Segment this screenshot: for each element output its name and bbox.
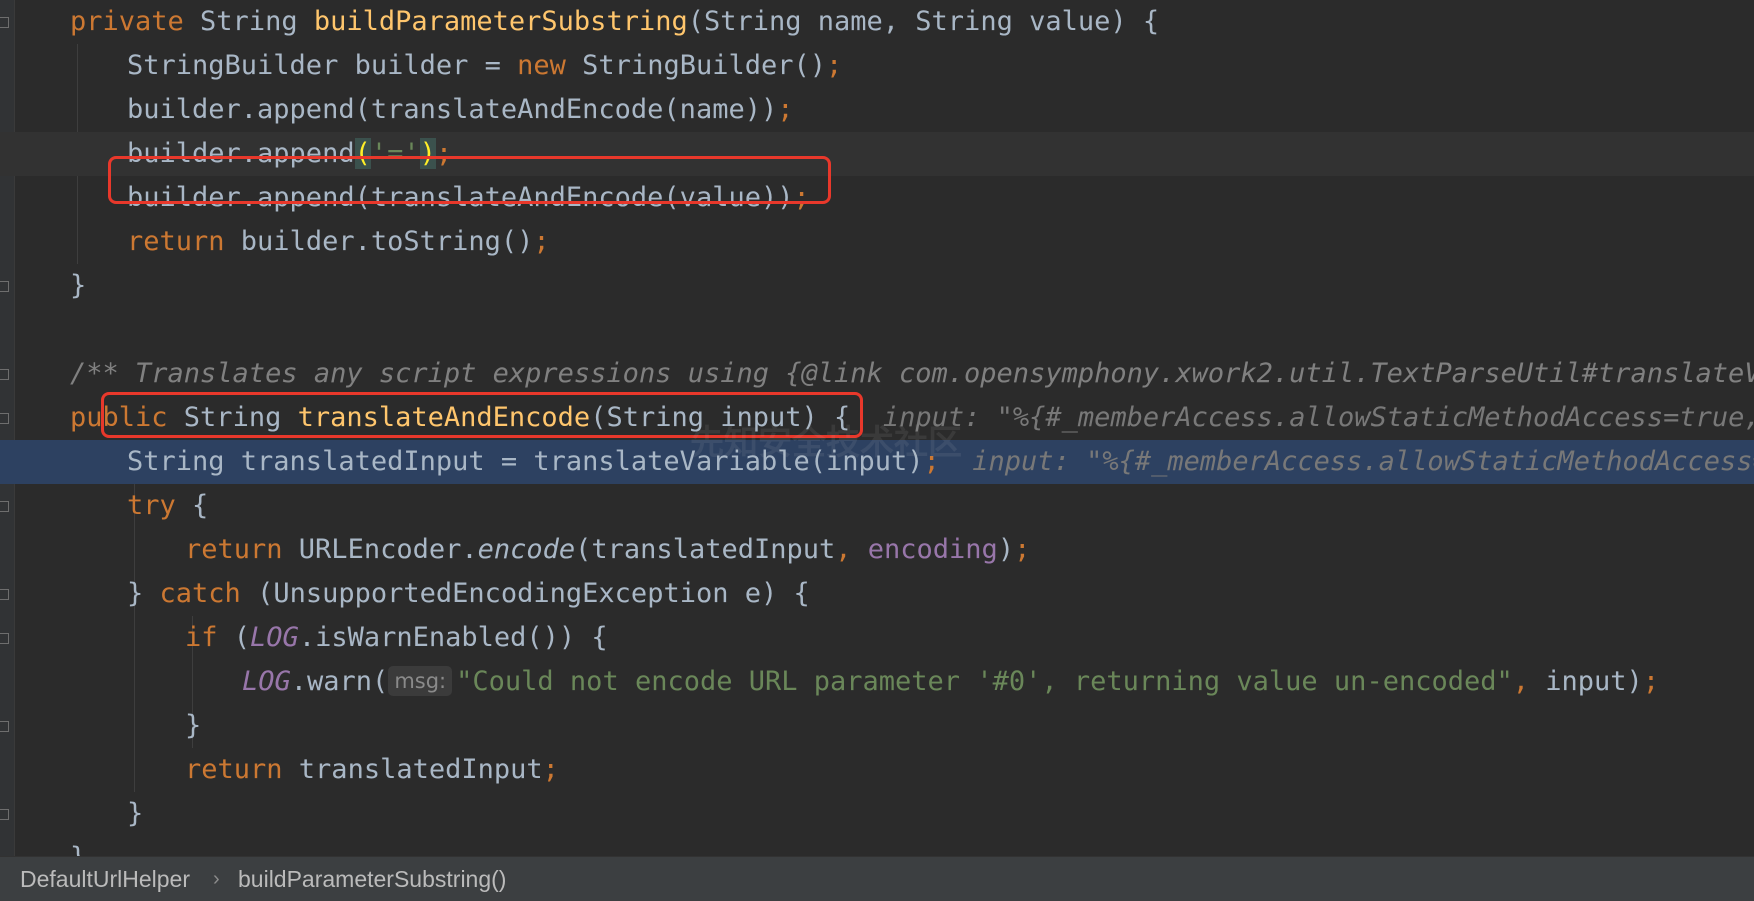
code-token: return — [185, 534, 299, 565]
code-token: .warn( — [290, 666, 389, 697]
code-line[interactable]: } — [0, 836, 1754, 856]
breadcrumb-class[interactable]: DefaultUrlHelper — [20, 857, 190, 901]
code-line[interactable]: StringBuilder builder = new StringBuilde… — [0, 44, 1754, 88]
code-token: .isWarnEnabled()) { — [298, 622, 608, 653]
code-token: (UnsupportedEncodingException e) { — [257, 578, 810, 609]
code-text: StringBuilder builder = new StringBuilde… — [127, 44, 842, 88]
doc-comment: /** Translates any script expressions us… — [70, 358, 1754, 389]
code-text: } — [127, 792, 143, 836]
code-token: , — [835, 534, 868, 565]
code-line[interactable]: builder.append(translateAndEncode(name))… — [0, 88, 1754, 132]
code-token: } — [70, 270, 87, 301]
code-token: translatedInput — [298, 754, 543, 785]
code-token: ( — [233, 622, 251, 653]
code-token: } — [185, 710, 202, 741]
code-line[interactable]: } catch (UnsupportedEncodingException e)… — [0, 572, 1754, 616]
code-token: ) — [997, 534, 1015, 565]
code-line[interactable]: LOG.warn(msg: "Could not encode URL param… — [0, 660, 1754, 704]
highlight-box-append-value — [108, 156, 831, 204]
code-text: } — [70, 264, 86, 308]
code-line[interactable]: } — [0, 792, 1754, 836]
code-token: , — [1512, 666, 1546, 697]
inline-debug-value: input: "%{#_memberAccess.allowStaticMeth… — [972, 446, 1754, 477]
code-token: return — [127, 226, 241, 257]
code-token: } — [70, 842, 86, 856]
breadcrumb-method[interactable]: buildParameterSubstring() — [238, 857, 506, 901]
code-token: ; — [533, 226, 550, 257]
code-text: builder.append(translateAndEncode(name))… — [127, 88, 793, 132]
code-token: if — [185, 622, 234, 653]
code-token: (translatedInput — [575, 534, 836, 565]
code-text: } — [70, 836, 86, 856]
code-token: encoding — [867, 534, 998, 565]
code-text: private String buildParameterSubstring(S… — [70, 0, 1159, 44]
chevron-right-icon: › — [213, 868, 220, 890]
code-token: builder.append(translateAndEncode(name)) — [127, 94, 778, 125]
watermark: 先知安全技术社区 — [690, 423, 962, 463]
code-text: LOG.warn(msg: "Could not encode URL param… — [242, 660, 1659, 704]
code-text: try { — [127, 484, 208, 528]
code-line[interactable]: return translatedInput; — [0, 748, 1754, 792]
code-line[interactable]: try { — [0, 484, 1754, 528]
code-token: encode — [477, 534, 576, 565]
code-text: /** Translates any script expressions us… — [70, 352, 1754, 396]
code-token: catch — [159, 578, 258, 609]
code-token: } — [127, 798, 144, 829]
code-token: } — [127, 578, 160, 609]
code-token: String — [200, 6, 314, 37]
code-token: try — [127, 490, 193, 521]
code-line[interactable]: if (LOG.isWarnEnabled()) { — [0, 616, 1754, 660]
code-token: { — [192, 490, 209, 521]
code-token: new — [517, 50, 583, 81]
code-token: builder.toString() — [240, 226, 534, 257]
code-token: ; — [1642, 666, 1660, 697]
code-line[interactable]: } — [0, 264, 1754, 308]
code-line[interactable] — [0, 308, 1754, 352]
code-text: } catch (UnsupportedEncodingException e)… — [127, 572, 810, 616]
code-line[interactable]: return URLEncoder.encode(translatedInput… — [0, 528, 1754, 572]
parameter-hint: msg: — [388, 666, 453, 696]
code-token: (String name, String value) { — [687, 6, 1160, 37]
code-token: StringBuilder() — [582, 50, 827, 81]
breadcrumb: DefaultUrlHelper › buildParameterSubstri… — [0, 856, 1754, 901]
code-token: ; — [542, 754, 559, 785]
code-editor[interactable]: private String buildParameterSubstring(S… — [0, 0, 1754, 856]
code-token: ; — [1014, 534, 1031, 565]
code-text: return URLEncoder.encode(translatedInput… — [185, 528, 1030, 572]
code-token: LOG — [242, 666, 291, 697]
code-token: return — [185, 754, 299, 785]
code-token: LOG — [250, 622, 299, 653]
code-text: return translatedInput; — [185, 748, 559, 792]
code-line[interactable]: } — [0, 704, 1754, 748]
code-token: input) — [1545, 666, 1643, 697]
code-line[interactable]: return builder.toString(); — [0, 220, 1754, 264]
code-token: private — [70, 6, 201, 37]
code-token: URLEncoder. — [298, 534, 478, 565]
code-text: } — [185, 704, 201, 748]
code-line[interactable]: /** Translates any script expressions us… — [0, 352, 1754, 396]
code-token: StringBuilder builder = — [127, 50, 518, 81]
code-token: ; — [777, 94, 794, 125]
code-text: return builder.toString(); — [127, 220, 550, 264]
code-token: ; — [826, 50, 843, 81]
code-text: if (LOG.isWarnEnabled()) { — [185, 616, 608, 660]
code-line[interactable]: private String buildParameterSubstring(S… — [0, 0, 1754, 44]
code-token: "Could not encode URL parameter '#0', re… — [456, 666, 1513, 697]
code-token: buildParameterSubstring — [313, 6, 688, 37]
